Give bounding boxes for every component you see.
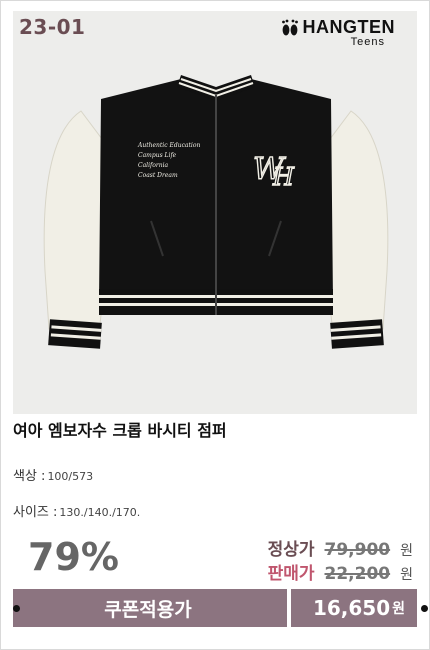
footprint-logo-icon [281,19,298,35]
svg-text:Coast Dream: Coast Dream [138,172,178,179]
final-price[interactable]: 16,650 원 [301,589,417,627]
final-price-currency: 원 [392,601,406,617]
product-title[interactable]: 여아 엠보자수 크롭 바시티 점퍼 [13,417,227,441]
regular-price: 79,900 [324,540,391,560]
color-spec: 색상 :100/573 [13,465,93,484]
coupon-bar[interactable]: 쿠폰적용가 16,650 원 [13,589,417,627]
sale-price: 22,200 [324,564,391,584]
svg-text:Campus Life: Campus Life [138,152,177,159]
brand-logo: HANGTEN Teens [280,17,396,48]
color-value: 100/573 [47,470,94,483]
color-label: 색상 : [13,469,46,484]
coupon-price-button[interactable]: 쿠폰적용가 [13,589,283,627]
regular-price-label: 정상가 [267,540,315,560]
size-value: 130./140./170. [59,506,141,519]
product-card[interactable]: 23-01 HANGTEN Teens Authentic Education … [0,0,430,650]
sale-price-currency: 원 [400,567,413,583]
size-spec: 사이즈 :130./140./170. [13,501,140,520]
sale-price-row: 판매가 22,200 원 [268,559,413,584]
product-image[interactable]: 23-01 HANGTEN Teens Authentic Education … [13,11,417,414]
final-price-amount: 16,650 [312,596,391,620]
discount-rate: 79% [28,535,119,579]
sale-price-label: 판매가 [267,564,315,584]
regular-price-row: 정상가 79,900 원 [268,535,413,560]
brand-name: HANGTEN [302,17,395,37]
regular-price-currency: 원 [400,543,413,559]
svg-text:H: H [272,163,295,191]
bar-left-dot [13,605,20,612]
bar-right-dot [421,605,428,612]
jacket-illustration: Authentic Education Campus Life Californ… [43,75,389,349]
size-label: 사이즈 : [13,505,58,520]
bar-divider [287,589,291,627]
svg-text:Authentic Education: Authentic Education [137,142,200,149]
svg-text:California: California [138,162,168,169]
product-code: 23-01 [19,15,86,39]
